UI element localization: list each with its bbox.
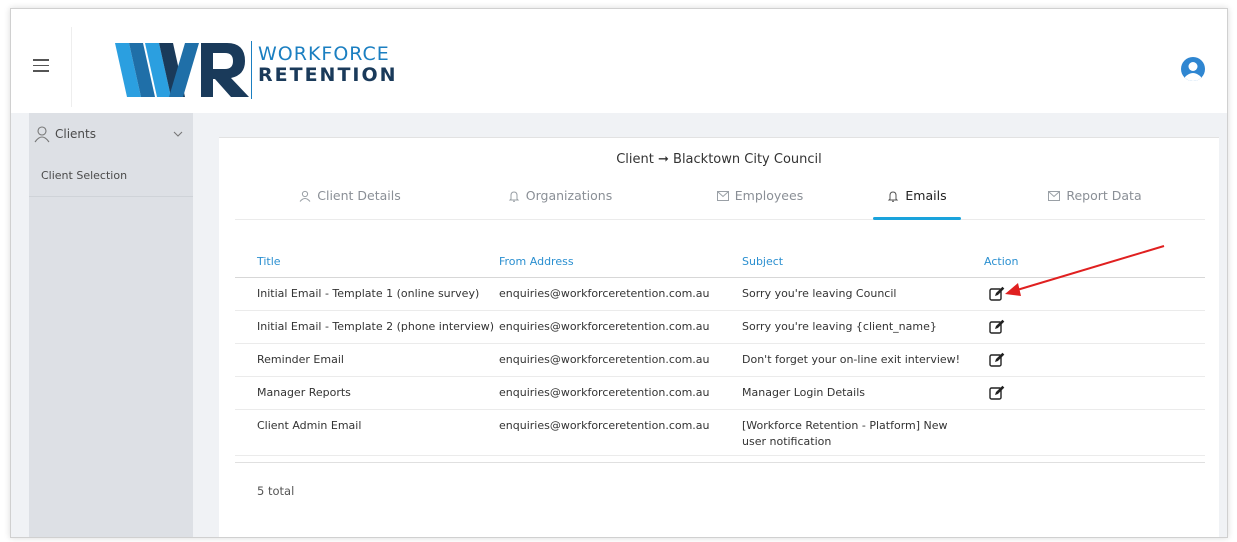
header-divider [71,27,72,107]
cell-from: enquiries@workforceretention.com.au [499,419,710,432]
sidebar-section-clients[interactable]: Clients [29,121,193,155]
tab-label: Emails [905,188,947,203]
active-tab-indicator [873,217,961,220]
column-header-from[interactable]: From Address [499,255,574,268]
tab-label: Employees [734,188,804,203]
bell-icon [888,190,899,202]
tab-report-data[interactable]: Report Data [1035,188,1155,220]
tab-emails[interactable]: Emails [873,188,961,220]
hamburger-menu-icon[interactable] [33,59,49,72]
cell-title: Initial Email - Template 1 (online surve… [257,287,480,300]
user-icon [34,126,50,143]
brand-logo[interactable]: WORKFORCE RETENTION [115,39,398,101]
sidebar-section-label: Clients [55,127,96,141]
cell-subject: Don't forget your on-line exit interview… [742,353,961,366]
cell-title: Initial Email - Template 2 (phone interv… [257,320,495,333]
mail-icon [716,190,729,201]
logo-divider [251,41,252,99]
tab-client-details[interactable]: Client Details [265,188,435,220]
cell-subject: Manager Login Details [742,386,866,399]
sidebar-item-client-selection[interactable]: Client Selection [29,157,193,197]
table-row: Client Admin Email enquiries@workforcere… [235,410,1205,456]
logo-line-1: WORKFORCE [258,43,390,65]
logo-line-2: RETENTION [258,64,398,86]
cell-from: enquiries@workforceretention.com.au [499,320,710,333]
cell-title: Manager Reports [257,386,351,399]
table-row: Initial Email - Template 1 (online surve… [235,278,1205,311]
page-title: Client ➞ Blacktown City Council [616,152,822,167]
table-divider [235,462,1205,463]
cell-from: enquiries@workforceretention.com.au [499,386,710,399]
sidebar: Clients Client Selection [29,113,193,537]
edit-icon[interactable] [989,352,1005,368]
table-row: Initial Email - Template 2 (phone interv… [235,311,1205,344]
cell-title: Client Admin Email [257,419,362,432]
tab-organizations[interactable]: Organizations [485,188,635,220]
table-header: Title From Address Subject Action [235,246,1205,278]
column-header-action: Action [984,255,1019,268]
bell-icon [508,190,519,202]
cell-title: Reminder Email [257,353,344,366]
table-row: Manager Reports enquiries@workforcereten… [235,377,1205,410]
cell-subject: [Workforce Retention - Platform] New use… [742,419,948,448]
chevron-down-icon[interactable] [173,131,183,137]
cell-from: enquiries@workforceretention.com.au [499,287,710,300]
tab-employees[interactable]: Employees [695,188,825,220]
top-header: WORKFORCE RETENTION [11,9,1227,113]
logo-wordmark: WORKFORCE RETENTION [258,45,398,85]
column-header-subject[interactable]: Subject [742,255,783,268]
column-header-title[interactable]: Title [257,255,281,268]
mail-icon [1048,190,1061,201]
app-window: WORKFORCE RETENTION Clients Client Selec… [10,8,1228,538]
table-row: Reminder Email enquiries@workforceretent… [235,344,1205,377]
wr-monogram-icon [115,43,249,97]
user-icon [299,190,311,202]
edit-icon[interactable] [989,319,1005,335]
cell-subject: Sorry you're leaving Council [742,287,897,300]
tab-label: Report Data [1066,188,1142,203]
table-total-count: 5 total [257,484,295,498]
client-card: Client ➞ Blacktown City Council Client D… [219,137,1219,537]
edit-icon[interactable] [989,385,1005,401]
tab-label: Client Details [317,188,401,203]
edit-icon[interactable] [989,286,1005,302]
tab-bar: Client Details Organizations Employees E… [235,178,1205,220]
sidebar-item-label: Client Selection [41,169,128,182]
user-avatar-icon[interactable] [1181,57,1205,81]
emails-table: Title From Address Subject Action Initia… [235,246,1205,456]
cell-subject: Sorry you're leaving {client_name} [742,320,937,333]
tab-label: Organizations [525,188,613,203]
cell-from: enquiries@workforceretention.com.au [499,353,710,366]
